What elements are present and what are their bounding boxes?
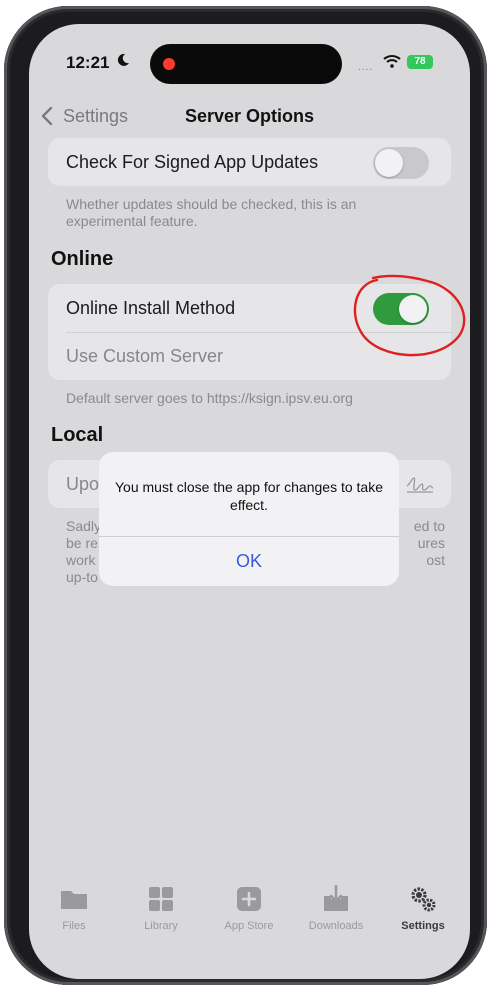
phone-frame: 12:21 .... 78 Settings Server Options Ch… xyxy=(4,6,487,985)
moon-icon xyxy=(117,53,129,66)
tab-label: Downloads xyxy=(308,920,364,932)
alert-message: You must close the app for changes to ta… xyxy=(115,479,383,513)
check-updates-label: Check For Signed App Updates xyxy=(66,152,319,172)
grid-icon xyxy=(149,887,173,911)
alert-dialog: You must close the app for changes to ta… xyxy=(99,452,399,586)
status-time: 12:21 xyxy=(66,53,110,72)
check-updates-toggle[interactable] xyxy=(373,147,429,179)
dynamic-island xyxy=(150,44,342,84)
updates-group: Check For Signed App Updates xyxy=(48,138,451,186)
local-footer-fragment: be re xyxy=(66,535,98,551)
local-section-header: Local xyxy=(51,424,104,446)
tab-downloads[interactable]: Downloads xyxy=(301,884,371,932)
online-install-label: Online Install Method xyxy=(66,298,236,318)
local-footer-fragment: work xyxy=(66,552,96,568)
updates-footer-line1: Whether updates should be checked, this … xyxy=(66,196,357,212)
local-footer-left: Sadly be re work up-to xyxy=(66,518,101,586)
updates-footer: Whether updates should be checked, this … xyxy=(66,196,356,230)
tab-files[interactable]: Files xyxy=(39,884,109,932)
tab-library[interactable]: Library xyxy=(126,884,196,932)
signature-icon xyxy=(406,477,434,493)
recording-indicator xyxy=(163,58,175,70)
folder-icon xyxy=(61,891,87,909)
battery-indicator: 78 xyxy=(407,55,433,69)
check-updates-row: Check For Signed App Updates xyxy=(48,138,451,186)
tab-app-store[interactable]: App Store xyxy=(214,884,284,932)
local-update-label: Upo xyxy=(66,474,100,494)
local-footer-fragment: Sadly xyxy=(66,518,102,534)
local-footer-right: ed to ures ost xyxy=(405,518,445,569)
local-footer-fragment: up-to xyxy=(66,569,98,585)
nav-bar: Settings Server Options xyxy=(29,96,470,136)
online-section-header: Online xyxy=(51,248,114,270)
tab-bar: Files Library App Store Downloads Settin… xyxy=(29,884,470,954)
plus-square-icon xyxy=(237,887,261,911)
tab-label: Library xyxy=(144,920,178,932)
gears-icon xyxy=(411,887,436,912)
online-footer: Default server goes to https://ksign.ips… xyxy=(66,390,353,406)
page-title: Server Options xyxy=(184,106,315,126)
download-icon xyxy=(324,884,348,911)
local-footer-fragment: ed to xyxy=(413,518,445,534)
toggle-knob xyxy=(375,149,403,177)
alert-ok-button[interactable]: OK xyxy=(99,537,399,586)
tab-label: App Store xyxy=(224,920,274,932)
local-footer-fragment: ures xyxy=(417,535,445,551)
updates-footer-line2: experimental feature. xyxy=(66,213,198,229)
wifi-icon xyxy=(383,55,401,68)
custom-server-label: Use Custom Server xyxy=(66,346,224,366)
screen: 12:21 .... 78 Settings Server Options Ch… xyxy=(29,24,470,979)
tab-settings[interactable]: Settings xyxy=(388,884,458,932)
tab-label: Files xyxy=(62,920,86,932)
tab-label: Settings xyxy=(401,920,445,932)
signal-indicator: .... xyxy=(358,62,374,73)
local-footer-fragment: ost xyxy=(426,552,445,568)
red-circle-annotation xyxy=(353,274,466,357)
status-bar: 12:21 .... 78 xyxy=(29,24,470,84)
